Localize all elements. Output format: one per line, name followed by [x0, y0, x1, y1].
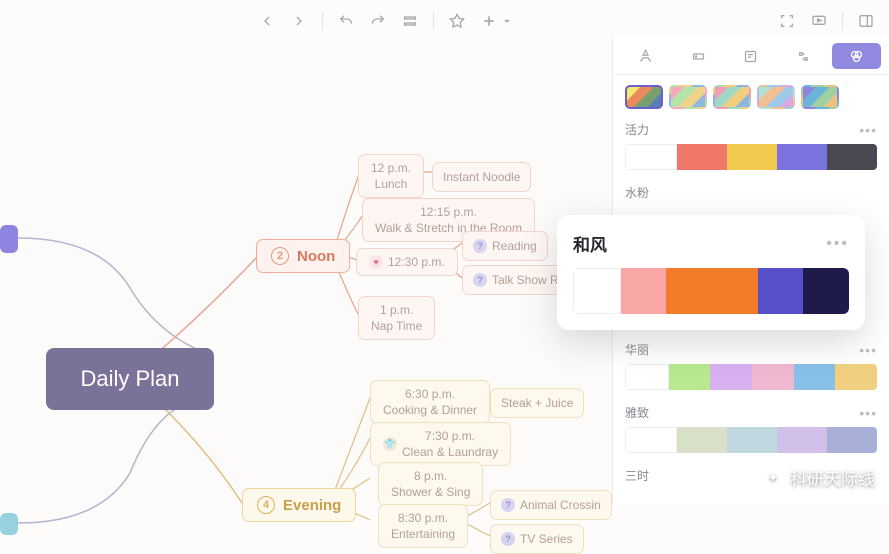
palette-more[interactable]: •••	[859, 122, 877, 138]
palette-section: 雅致 •••	[613, 400, 889, 463]
tab-style[interactable]	[832, 43, 881, 69]
palette-section: 水粉	[613, 180, 889, 217]
forward-button[interactable]	[284, 7, 314, 35]
panel-tabs	[613, 38, 889, 75]
leaf-node[interactable]: 👕7:30 p.m.Clean & Laundray	[370, 422, 511, 466]
present-button[interactable]	[804, 7, 834, 35]
palette-popup: 和风 •••	[557, 215, 865, 330]
branch-evening[interactable]: 4 Evening	[242, 488, 356, 522]
palette-more[interactable]: •••	[859, 342, 877, 358]
wechat-icon: ✦	[762, 467, 784, 489]
leaf-node[interactable]: ?Reading	[462, 231, 548, 261]
leaf-node[interactable]: 12 p.m.Lunch	[358, 154, 424, 198]
leaf-node[interactable]: ?Animal Crossin	[490, 490, 612, 520]
question-icon: ?	[473, 239, 487, 253]
branch-label: Noon	[297, 248, 335, 265]
mindmap-canvas[interactable]: Daily Plan 2 Noon 12 p.m.Lunch Instant N…	[0, 38, 612, 504]
shirt-icon: 👕	[383, 437, 397, 451]
palette-title: 活力	[625, 121, 649, 138]
popup-title: 和风	[573, 231, 607, 256]
leaf-node[interactable]: ?TV Series	[490, 524, 584, 554]
palette-section: 活力 •••	[613, 117, 889, 180]
theme-chip[interactable]	[625, 85, 663, 109]
star-button[interactable]	[442, 7, 472, 35]
theme-presets	[613, 75, 889, 117]
palette-swatches[interactable]	[625, 364, 877, 390]
fit-button[interactable]	[772, 7, 802, 35]
outline-button[interactable]	[395, 7, 425, 35]
question-icon: ?	[501, 532, 515, 546]
branch-label: Evening	[283, 497, 341, 514]
palette-swatches[interactable]	[625, 144, 877, 170]
tab-relation[interactable]	[779, 43, 828, 69]
heart-icon: ♥	[369, 255, 383, 269]
tab-skeleton[interactable]	[674, 43, 723, 69]
palette-title: 水粉	[625, 184, 649, 201]
watermark: ✦ 科研天际线	[762, 465, 875, 490]
theme-chip[interactable]	[757, 85, 795, 109]
leaf-node[interactable]: 8 p.m.Shower & Sing	[378, 462, 483, 506]
theme-chip[interactable]	[669, 85, 707, 109]
branch-stub[interactable]	[0, 225, 18, 253]
theme-chip[interactable]	[801, 85, 839, 109]
leaf-node[interactable]: 8:30 p.m.Entertaining	[378, 504, 468, 548]
popup-swatches[interactable]	[573, 268, 849, 314]
popup-more-button[interactable]: •••	[826, 235, 849, 253]
leaf-node[interactable]: 1 p.m.Nap Time	[358, 296, 435, 340]
tab-notes[interactable]	[727, 43, 776, 69]
toolbar-right	[772, 7, 881, 35]
palette-title: 三时	[625, 467, 649, 484]
palette-swatches[interactable]	[625, 427, 877, 453]
undo-button[interactable]	[331, 7, 361, 35]
leaf-node[interactable]: Instant Noodle	[432, 162, 531, 192]
palette-title: 雅致	[625, 404, 649, 421]
redo-button[interactable]	[363, 7, 393, 35]
back-button[interactable]	[252, 7, 282, 35]
root-node[interactable]: Daily Plan	[46, 348, 214, 410]
main-toolbar	[0, 4, 889, 38]
branch-number: 4	[257, 496, 275, 514]
toolbar-left	[252, 7, 514, 35]
branch-noon[interactable]: 2 Noon	[256, 239, 350, 273]
divider	[433, 12, 434, 30]
add-dropdown[interactable]	[500, 7, 514, 35]
leaf-node[interactable]: ♥12:30 p.m.	[356, 248, 458, 276]
palette-title: 华丽	[625, 341, 649, 358]
palette-more[interactable]: •••	[859, 405, 877, 421]
branch-stub[interactable]	[0, 513, 18, 535]
question-icon: ?	[473, 273, 487, 287]
palette-section: 华丽 •••	[613, 337, 889, 400]
sidebar-toggle[interactable]	[851, 7, 881, 35]
branch-number: 2	[271, 247, 289, 265]
divider	[322, 12, 323, 30]
divider	[842, 12, 843, 30]
tab-format[interactable]	[621, 43, 670, 69]
theme-chip[interactable]	[713, 85, 751, 109]
question-icon: ?	[501, 498, 515, 512]
leaf-node[interactable]: 6:30 p.m.Cooking & Dinner	[370, 380, 490, 424]
leaf-node[interactable]: Steak + Juice	[490, 388, 584, 418]
